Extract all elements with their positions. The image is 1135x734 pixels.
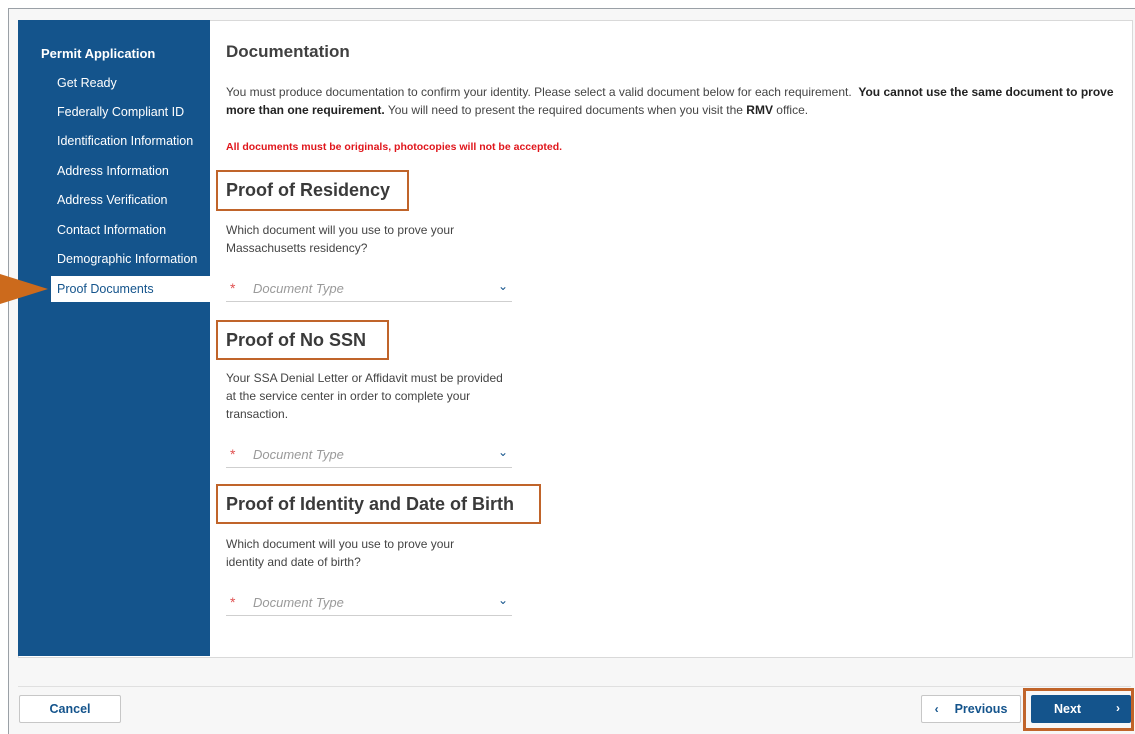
previous-button[interactable]: ‹ Previous: [921, 695, 1021, 723]
section-description: Your SSA Denial Letter or Affidavit must…: [226, 371, 503, 421]
chevron-down-icon: ⌄: [497, 445, 508, 459]
sidebar-item-label: Contact Information: [57, 223, 167, 237]
intro-text: You must produce documentation to confir…: [226, 83, 1121, 119]
sidebar-item-proof-documents[interactable]: Proof Documents: [51, 276, 210, 302]
chevron-left-icon: ‹: [934, 702, 939, 716]
sidebar-item-label: Demographic Information: [57, 252, 198, 266]
sidebar-item-label: Proof Documents: [57, 282, 154, 296]
footer-divider: [18, 686, 1131, 687]
sidebar-item-label: Federally Compliant ID: [57, 105, 185, 119]
select-placeholder: Document Type: [253, 281, 344, 296]
intro-text-part: office.: [776, 103, 809, 117]
section-heading-proof-of-residency: Proof of Residency: [216, 170, 409, 211]
chevron-down-icon: ⌄: [497, 593, 508, 607]
required-mark: *: [230, 280, 236, 296]
section-heading-proof-of-no-ssn: Proof of No SSN: [216, 320, 389, 360]
document-type-select-identity[interactable]: * Document Type ⌄: [226, 591, 512, 616]
intro-text-part: You must produce documentation to confir…: [226, 85, 852, 99]
chevron-right-icon: ›: [1116, 701, 1120, 715]
sidebar-item-federally-compliant-id[interactable]: Federally Compliant ID: [51, 99, 210, 125]
next-button[interactable]: Next ›: [1031, 695, 1131, 723]
sidebar-item-get-ready[interactable]: Get Ready: [51, 70, 210, 96]
sidebar-item-address-verification[interactable]: Address Verification: [51, 187, 210, 213]
page-title: Documentation: [226, 42, 350, 61]
sidebar-item-identification-information[interactable]: Identification Information: [51, 128, 210, 154]
sidebar-item-contact-information[interactable]: Contact Information: [51, 217, 210, 243]
required-mark: *: [230, 594, 236, 610]
sidebar-title: Permit Application: [41, 46, 156, 61]
select-placeholder: Document Type: [253, 595, 344, 610]
required-mark: *: [230, 446, 236, 462]
cancel-button[interactable]: Cancel: [19, 695, 121, 723]
sidebar-item-demographic-information[interactable]: Demographic Information: [51, 246, 210, 272]
sidebar-item-label: Identification Information: [57, 134, 194, 148]
sidebar-nav: Permit Application Get Ready Federally C…: [18, 20, 210, 656]
sidebar-item-label: Get Ready: [57, 76, 117, 90]
select-placeholder: Document Type: [253, 447, 344, 462]
intro-text-rmv: RMV: [746, 103, 773, 117]
document-type-select-residency[interactable]: * Document Type ⌄: [226, 277, 512, 302]
sidebar-item-label: Address Verification: [57, 193, 168, 207]
sidebar-item-address-information[interactable]: Address Information: [51, 158, 210, 184]
chevron-down-icon: ⌄: [497, 279, 508, 293]
intro-text-part: You will need to present the required do…: [387, 103, 743, 117]
previous-button-label: Previous: [954, 702, 1008, 716]
next-button-label: Next: [1054, 702, 1082, 716]
warning-text: All documents must be originals, photoco…: [226, 141, 563, 153]
cancel-button-label: Cancel: [49, 702, 91, 716]
section-description: Which document will you use to prove you…: [226, 223, 455, 255]
section-description: Which document will you use to prove you…: [226, 537, 455, 569]
sidebar-item-label: Address Information: [57, 164, 169, 178]
document-type-select-no-ssn[interactable]: * Document Type ⌄: [226, 443, 512, 468]
section-heading-proof-of-identity: Proof of Identity and Date of Birth: [216, 484, 541, 524]
callout-arrow-icon: [0, 274, 48, 304]
